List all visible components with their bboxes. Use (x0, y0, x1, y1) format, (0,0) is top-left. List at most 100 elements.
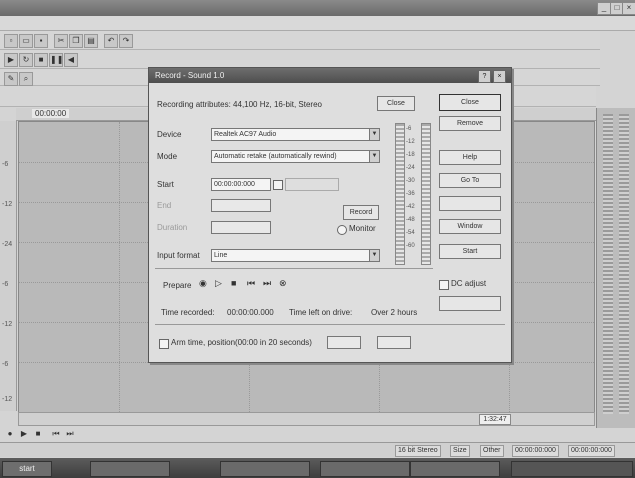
start-button[interactable]: start (2, 461, 52, 477)
time-left-label: Time left on drive: (289, 308, 353, 317)
level-scale: -6 -12 -24 -6 -12 -6 -12 (0, 121, 17, 411)
go-start-icon[interactable]: ⏮ (50, 428, 62, 440)
go-end-icon[interactable]: ⏭ (64, 428, 76, 440)
help-button[interactable]: Help (439, 150, 501, 165)
level-tick: -6 (2, 361, 9, 368)
horizontal-scrollbar[interactable]: 1:32:47 (18, 412, 595, 426)
time-recorded-value: 00:00:00.000 (227, 308, 274, 317)
scroll-thumb[interactable]: 1:32:47 (479, 414, 511, 425)
taskbar-task[interactable] (90, 461, 170, 477)
device-value: Realtek AC97 Audio (214, 131, 277, 138)
loop-icon[interactable]: ↻ (19, 53, 33, 67)
record-icon[interactable]: ● (4, 428, 16, 440)
zoom-icon[interactable]: ⌕ (19, 72, 33, 86)
start-time-field[interactable]: 00:00:00:000 (211, 178, 271, 191)
start-button[interactable]: Start (439, 244, 501, 259)
stop-icon[interactable]: ■ (231, 278, 236, 288)
left-channel-meter (603, 114, 613, 414)
play-icon[interactable]: ▷ (215, 278, 222, 289)
minimize-button[interactable]: _ (597, 2, 611, 15)
redo-icon[interactable]: ↷ (119, 34, 133, 48)
cut-icon[interactable]: ✂ (54, 34, 68, 48)
menu-bar (0, 16, 635, 31)
ruler-label: 00:00:00 (32, 109, 70, 118)
system-tray (511, 461, 633, 477)
time-left-value: Over 2 hours (371, 308, 418, 317)
pencil-icon[interactable]: ✎ (4, 72, 18, 86)
grid-line (119, 122, 120, 412)
prepare-record-icon[interactable]: ◉ (199, 278, 207, 289)
calibrate-button[interactable] (439, 296, 501, 311)
mark-icon[interactable]: ⊗ (279, 278, 287, 289)
play-icon[interactable]: ▶ (4, 53, 18, 67)
right-channel-meter (619, 114, 629, 414)
stop-icon[interactable]: ■ (34, 53, 48, 67)
time-recorded-label: Time recorded: (161, 308, 215, 317)
remove-button[interactable]: Remove (439, 116, 501, 131)
meter-scale: -6 -12 -18 -24 -30 -36 -42 -48 -54 -60 (406, 123, 415, 253)
meter-tick: -12 (406, 139, 415, 145)
status-time-start: 00:00:00:000 (512, 445, 559, 457)
blank-button[interactable] (439, 196, 501, 211)
rewind-icon[interactable]: ◀ (64, 53, 78, 67)
stop-icon[interactable]: ■ (32, 428, 44, 440)
arm-field-2[interactable] (377, 336, 411, 349)
duration-field[interactable] (211, 221, 271, 234)
record-button[interactable]: Record (343, 205, 379, 220)
open-icon[interactable]: ▭ (19, 34, 33, 48)
peak-meter (596, 108, 635, 428)
forward-icon[interactable]: ⏭ (263, 278, 271, 289)
save-icon[interactable]: ▪ (34, 34, 48, 48)
pause-icon[interactable]: ❚❚ (49, 53, 63, 67)
taskbar-task[interactable] (220, 461, 310, 477)
arm-label: Arm time, position(00:00 in 20 seconds) (171, 338, 312, 347)
device-select[interactable]: Realtek AC97 Audio ▼ (211, 128, 380, 141)
new-icon[interactable]: ▫ (4, 34, 18, 48)
monitor-radio[interactable] (337, 225, 347, 235)
mode-label: Mode (157, 152, 178, 161)
window-button[interactable]: Window (439, 219, 501, 234)
divider (155, 324, 505, 325)
close-button[interactable]: × (622, 2, 635, 15)
goto-button[interactable]: Go To (439, 173, 501, 188)
start-checkbox-label (285, 178, 339, 191)
status-size: Size (450, 445, 470, 457)
help-icon[interactable]: ? (478, 70, 491, 83)
status-format: 16 bit Stereo (395, 445, 441, 457)
close-dialog-button[interactable]: Close (439, 94, 501, 111)
taskbar-task[interactable] (410, 461, 500, 477)
dialog-titlebar: Record - Sound 1.0 ? × (149, 68, 511, 83)
paste-icon[interactable]: ▤ (84, 34, 98, 48)
arm-field-1[interactable] (327, 336, 361, 349)
record-dialog: Record - Sound 1.0 ? × Recording attribu… (148, 67, 512, 363)
arm-checkbox[interactable] (159, 339, 169, 349)
meter-tick: -48 (406, 217, 415, 223)
meter-tick: -24 (406, 165, 415, 171)
taskbar: start (0, 458, 635, 478)
start-checkbox[interactable] (273, 180, 283, 190)
dialog-title: Record - Sound 1.0 (155, 71, 225, 80)
monitor-label: Monitor (349, 224, 376, 233)
meter-tick: -60 (406, 243, 415, 249)
taskbar-task[interactable] (320, 461, 410, 477)
input-format-select[interactable]: Line ▼ (211, 249, 380, 262)
rewind-icon[interactable]: ⏮ (247, 278, 255, 289)
meter-tick: -36 (406, 191, 415, 197)
chevron-down-icon: ▼ (369, 250, 379, 261)
dc-adjust-checkbox[interactable] (439, 280, 449, 290)
mode-select[interactable]: Automatic retake (automatically rewind) … (211, 150, 380, 163)
duration-label: Duration (157, 223, 188, 232)
recording-attributes: Recording attributes: 44,100 Hz, 16-bit,… (157, 100, 322, 109)
prepare-label: Prepare (163, 281, 192, 290)
dialog-close-icon[interactable]: × (493, 70, 506, 83)
chevron-down-icon: ▼ (369, 151, 379, 162)
play-icon[interactable]: ▶ (18, 428, 30, 440)
undo-icon[interactable]: ↶ (104, 34, 118, 48)
status-other: Other (480, 445, 504, 457)
start-time-value: 00:00:00:000 (214, 181, 255, 188)
format-button[interactable]: Close (377, 96, 415, 111)
input-level-meter-left (395, 123, 405, 265)
window-titlebar: _ □ × (0, 0, 635, 16)
copy-icon[interactable]: ❐ (69, 34, 83, 48)
end-time-field[interactable] (211, 199, 271, 212)
